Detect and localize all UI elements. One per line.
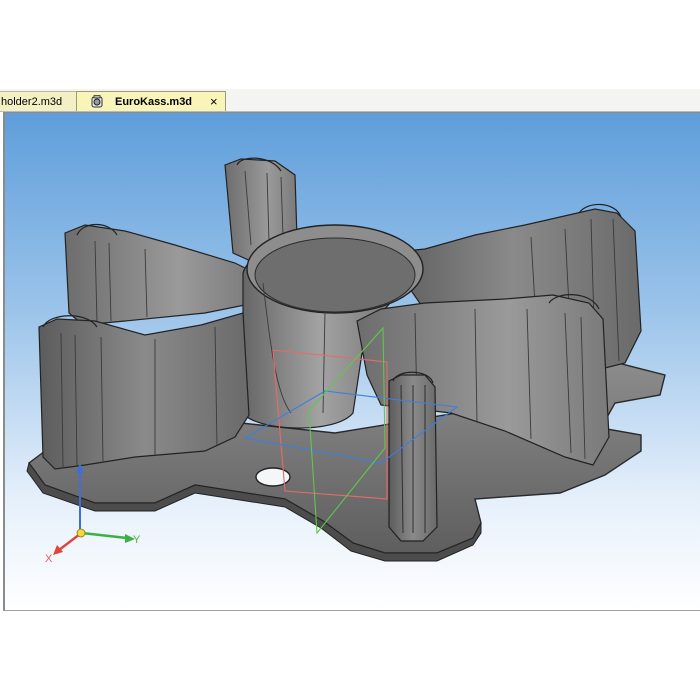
x-axis-label: X <box>45 553 53 565</box>
3d-model-viewport[interactable]: Y X <box>3 112 700 611</box>
document-tab-bar: holder2.m3d EuroKass.m3d × <box>0 89 700 112</box>
rib-left-back[interactable] <box>64 224 256 326</box>
tab-eurokass[interactable]: EuroKass.m3d × <box>76 91 226 111</box>
3d-model-canvas[interactable]: Y X <box>5 113 700 610</box>
mounting-hole <box>255 467 291 487</box>
tab-holder2[interactable]: holder2.m3d <box>0 91 78 111</box>
3d-document-icon <box>91 95 103 108</box>
close-tab-button[interactable]: × <box>210 92 218 112</box>
y-axis-label: Y <box>133 534 141 546</box>
tab-eurokass-label: EuroKass.m3d <box>115 96 193 108</box>
tab-holder2-label: holder2.m3d <box>1 96 63 108</box>
rib-front-left[interactable] <box>38 312 250 470</box>
